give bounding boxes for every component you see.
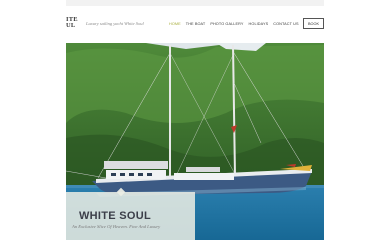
site-tagline: Luxury sailing yacht White Soul	[86, 21, 144, 26]
hero-caption-panel: WHITE SOUL An Exclusive Slice Of Heaven.…	[66, 187, 195, 240]
nav-home[interactable]: HOME	[169, 22, 181, 26]
nav-holidays[interactable]: HOLIDAYS	[249, 22, 269, 26]
hero-subtitle: An Exclusive Slice Of Heaven. Fine And L…	[72, 224, 161, 229]
top-strip	[66, 0, 324, 6]
logo-line-2: UL	[66, 21, 76, 29]
nav-the-boat[interactable]: THE BOAT	[186, 22, 206, 26]
book-button[interactable]: BOOK	[303, 18, 324, 29]
nav-contact-us[interactable]: CONTACT US	[273, 22, 298, 26]
site-header: ITE UL Luxury sailing yacht White Soul H…	[66, 13, 324, 35]
site-logo[interactable]: ITE UL	[66, 17, 78, 28]
hero-title: WHITE SOUL	[79, 210, 152, 222]
nav-photo-gallery[interactable]: PHOTO GALLERY	[210, 22, 243, 26]
main-nav: HOME THE BOAT PHOTO GALLERY HOLIDAYS CON…	[169, 22, 299, 26]
